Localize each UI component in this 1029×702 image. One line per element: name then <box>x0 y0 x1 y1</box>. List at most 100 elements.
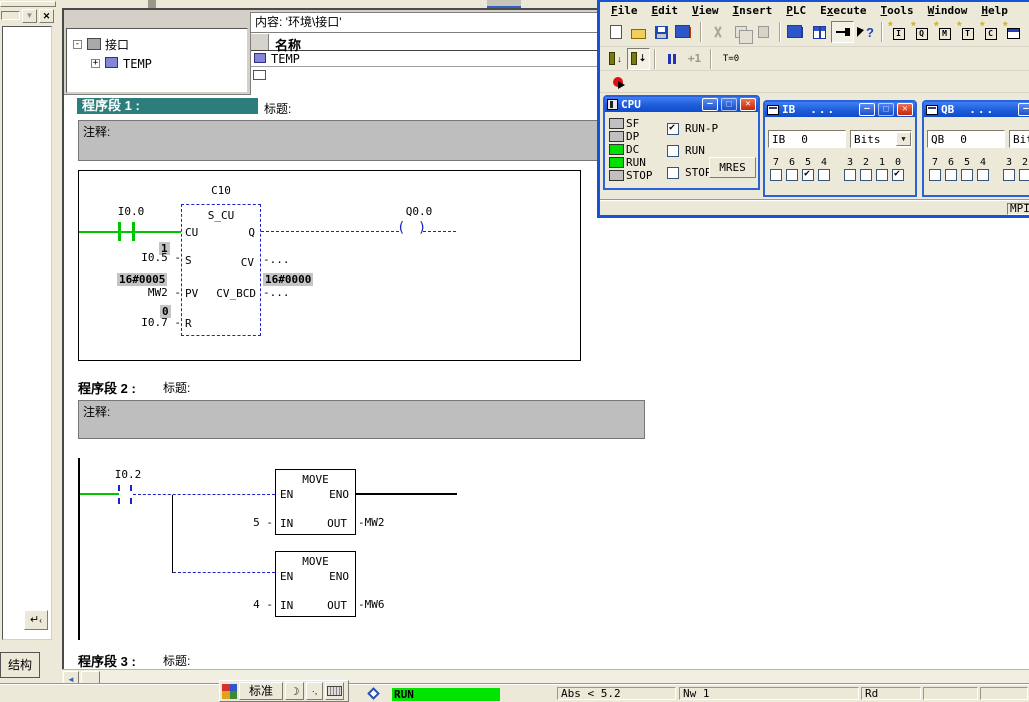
network-2-title[interactable]: 程序段 2 : <box>78 378 136 397</box>
paste-button[interactable] <box>752 21 775 43</box>
new-file-button[interactable] <box>604 21 627 43</box>
network-1-comment[interactable]: 注释: <box>78 120 645 161</box>
pause-button[interactable] <box>660 48 683 70</box>
network-1-title-rest[interactable]: 标题: <box>264 100 291 117</box>
bit-checkbox[interactable] <box>929 169 941 181</box>
cascade-windows-button[interactable] <box>785 21 808 43</box>
ib-format-combo[interactable]: Bits <box>850 130 912 148</box>
always-on-top-button[interactable] <box>831 21 854 43</box>
bit-checkbox[interactable] <box>818 169 830 181</box>
context-help-button[interactable]: ? <box>854 21 877 43</box>
bit-checkbox[interactable] <box>844 169 856 181</box>
ib-maximize-button[interactable] <box>878 103 894 116</box>
bit-checkbox[interactable] <box>1003 169 1015 181</box>
menu-item-plc[interactable]: PLC <box>779 3 813 18</box>
move1-in-operand[interactable]: 5 - <box>231 516 273 529</box>
tree-expand-icon[interactable] <box>91 59 100 68</box>
cut-button[interactable] <box>706 21 729 43</box>
ime-standard-button[interactable]: 标准 <box>239 682 283 700</box>
counter-block[interactable]: S_CU CU Q S CV PV CV_BCD R <box>181 204 261 336</box>
bit-checkbox[interactable] <box>802 169 814 181</box>
cv-output-value[interactable]: -... <box>263 253 290 266</box>
tile-windows-button[interactable] <box>808 21 831 43</box>
bit-checkbox[interactable] <box>876 169 888 181</box>
ime-softkeyboard-button[interactable] <box>325 682 344 700</box>
tree-collapse-icon[interactable] <box>73 40 82 49</box>
cv-bcd-output-value[interactable]: -... <box>263 286 290 299</box>
bit-checkbox[interactable] <box>860 169 872 181</box>
qb-titlebar[interactable]: QB ... <box>924 102 1029 117</box>
editor-hscrollbar[interactable] <box>62 669 1029 684</box>
continuous-scan-button[interactable]: ↓ <box>604 48 627 70</box>
network-3-title[interactable]: 程序段 3 : <box>78 651 136 670</box>
cpu-minimize-button[interactable] <box>702 98 718 111</box>
pv-operand[interactable]: MW2 - <box>109 286 181 299</box>
temp-row-name[interactable]: TEMP <box>271 52 300 66</box>
cpu-maximize-button[interactable] <box>721 98 737 111</box>
menu-item-insert[interactable]: Insert <box>726 3 780 18</box>
counter-name[interactable]: C10 <box>187 184 255 197</box>
open-file-button[interactable] <box>627 21 650 43</box>
contact-i02[interactable] <box>118 485 120 504</box>
ib-address-field[interactable]: IB 0 <box>768 130 846 148</box>
network-2-title-rest[interactable]: 标题: <box>163 379 190 396</box>
tree-item-temp[interactable]: TEMP <box>123 57 152 71</box>
ib-close-button[interactable] <box>897 103 913 116</box>
panel-close-button[interactable]: ✕ <box>39 9 54 23</box>
coil-operand[interactable]: Q0.0 <box>391 205 447 218</box>
contact2-operand[interactable]: I0.2 <box>104 468 152 481</box>
panel-dropdown-button[interactable]: ▼ <box>22 9 37 23</box>
cpu-titlebar[interactable]: CPU <box>605 97 758 112</box>
save-button[interactable] <box>650 21 673 43</box>
move-block-2[interactable]: MOVE EN ENO IN OUT <box>275 551 356 617</box>
reset-timers-button[interactable]: T=0 <box>716 48 746 70</box>
menu-item-tools[interactable]: Tools <box>874 3 921 18</box>
ime-fullhalf-moon-button[interactable] <box>285 682 304 700</box>
catalog-list[interactable] <box>2 26 52 640</box>
mres-button[interactable]: MRES <box>709 157 756 178</box>
network-1-title-selected[interactable]: 程序段 1 : <box>77 98 258 114</box>
menu-item-file[interactable]: File <box>604 3 645 18</box>
record-playback-button[interactable] <box>606 71 629 93</box>
menu-item-execute[interactable]: Execute <box>813 3 873 18</box>
ib-titlebar[interactable]: IB ... <box>765 102 915 117</box>
menu-item-help[interactable]: Help <box>974 3 1015 18</box>
combo-dropdown-icon[interactable] <box>896 132 911 146</box>
single-scan-button[interactable]: ⇣ <box>627 48 650 70</box>
coil-glyph[interactable]: ( ) <box>397 220 428 236</box>
network-3-title-rest[interactable]: 标题: <box>163 652 190 669</box>
contact-i00[interactable] <box>118 222 121 241</box>
mode-checkbox[interactable] <box>667 145 679 157</box>
jump-back-button[interactable]: ↵‹ <box>24 610 48 630</box>
bit-checkbox[interactable] <box>892 169 904 181</box>
move2-in-operand[interactable]: 4 - <box>231 598 273 611</box>
mode-checkbox[interactable] <box>667 167 679 179</box>
bit-checkbox[interactable] <box>770 169 782 181</box>
network-2-comment[interactable]: 注释: <box>78 400 645 439</box>
open-layout-button[interactable] <box>673 21 696 43</box>
bit-checkbox[interactable] <box>945 169 957 181</box>
ib-minimize-button[interactable] <box>859 103 875 116</box>
bit-checkbox[interactable] <box>786 169 798 181</box>
menu-item-edit[interactable]: Edit <box>645 3 686 18</box>
bit-checkbox[interactable] <box>977 169 989 181</box>
insert-t-variable-button[interactable]: *T <box>956 21 979 43</box>
move1-out-operand[interactable]: -MW2 <box>358 516 385 529</box>
qb-minimize-button[interactable] <box>1018 103 1029 116</box>
menu-item-view[interactable]: View <box>685 3 726 18</box>
scroll-left-button[interactable] <box>63 671 79 684</box>
insert-generic-variable-button[interactable]: * <box>1002 21 1025 43</box>
insert-m-variable-button[interactable]: *M <box>933 21 956 43</box>
insert-q-variable-button[interactable]: *Q <box>910 21 933 43</box>
bit-checkbox[interactable] <box>961 169 973 181</box>
contact-operand[interactable]: I0.0 <box>107 205 155 218</box>
bit-checkbox[interactable] <box>1019 169 1029 181</box>
move2-out-operand[interactable]: -MW6 <box>358 598 385 611</box>
insert-c-variable-button[interactable]: *C <box>979 21 1002 43</box>
interface-tree-pane[interactable]: 接口 TEMP <box>66 28 248 93</box>
r-operand[interactable]: I0.7 - <box>109 316 181 329</box>
s-operand[interactable]: I0.5 - <box>109 251 181 264</box>
qb-format-combo[interactable]: Bits <box>1009 130 1029 148</box>
mode-checkbox[interactable] <box>667 123 679 135</box>
empty-row-icon[interactable] <box>253 70 266 80</box>
